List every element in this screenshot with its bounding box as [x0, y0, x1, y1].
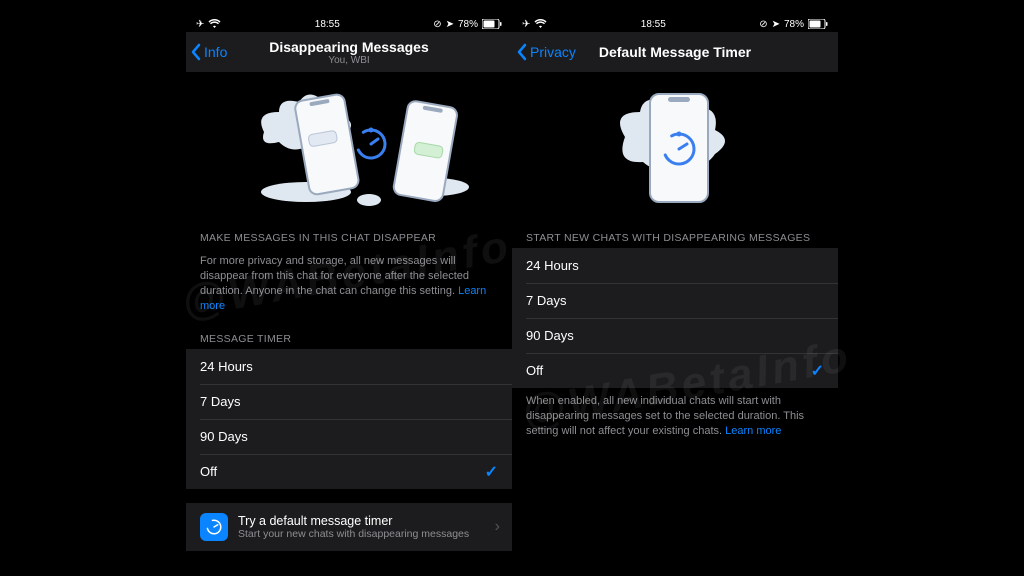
screen-default-message-timer: ✈︎ 18:55 ⊘ ➤ 78% Privacy Default Message… — [512, 16, 838, 556]
battery-icon — [482, 19, 502, 29]
location-icon: ➤ — [772, 19, 780, 30]
chevron-left-icon — [516, 43, 528, 61]
option-90-days[interactable]: 90 Days — [186, 419, 512, 454]
promo-default-timer[interactable]: Try a default message timer Start your n… — [186, 503, 512, 551]
battery-percent: 78% — [784, 19, 804, 30]
checkmark-icon: ✓ — [811, 361, 824, 381]
option-off[interactable]: Off ✓ — [186, 454, 512, 489]
wifi-icon — [534, 19, 547, 29]
option-24-hours[interactable]: 24 Hours — [186, 349, 512, 384]
option-90-days[interactable]: 90 Days — [512, 318, 838, 353]
status-time: 18:55 — [315, 19, 340, 30]
option-7-days[interactable]: 7 Days — [186, 384, 512, 419]
orientation-lock-icon: ⊘ — [433, 19, 441, 30]
option-24-hours[interactable]: 24 Hours — [512, 248, 838, 283]
timer-options-group: 24 Hours 7 Days 90 Days Off ✓ — [512, 248, 838, 388]
learn-more-link[interactable]: Learn more — [725, 425, 781, 437]
airplane-icon: ✈︎ — [196, 19, 204, 30]
timer-icon — [200, 513, 228, 541]
wifi-icon — [208, 19, 221, 29]
status-right: ⊘ ➤ 78% — [433, 19, 502, 30]
battery-icon — [808, 19, 828, 29]
status-right: ⊘ ➤ 78% — [759, 19, 828, 30]
back-button[interactable]: Privacy — [516, 43, 576, 61]
airplane-icon: ✈︎ — [522, 19, 530, 30]
hero-illustration — [186, 72, 512, 222]
back-label: Privacy — [530, 44, 576, 60]
chevron-left-icon — [190, 43, 202, 61]
status-time: 18:55 — [641, 19, 666, 30]
checkmark-icon: ✓ — [485, 462, 498, 482]
orientation-lock-icon: ⊘ — [759, 19, 767, 30]
location-icon: ➤ — [446, 19, 454, 30]
chevron-right-icon: › — [495, 518, 500, 536]
page-title: Disappearing Messages — [269, 39, 429, 55]
promo-subtitle: Start your new chats with disappearing m… — [238, 528, 469, 540]
option-7-days[interactable]: 7 Days — [512, 283, 838, 318]
section-header-message-timer: MESSAGE TIMER — [186, 323, 512, 349]
section-footer-explainer: When enabled, all new individual chats w… — [512, 388, 838, 449]
back-label: Info — [204, 44, 227, 60]
nav-bar: Privacy Default Message Timer — [512, 32, 838, 72]
battery-percent: 78% — [458, 19, 478, 30]
page-subtitle: You, WBI — [269, 55, 429, 66]
nav-bar: Info Disappearing Messages You, WBI — [186, 32, 512, 72]
status-left: ✈︎ — [196, 19, 221, 30]
status-bar: ✈︎ 18:55 ⊘ ➤ 78% — [186, 16, 512, 32]
back-button[interactable]: Info — [190, 43, 227, 61]
page-title: Default Message Timer — [599, 44, 751, 60]
section-footer-explainer: For more privacy and storage, all new me… — [186, 248, 512, 323]
status-left: ✈︎ — [522, 19, 547, 30]
hero-illustration — [512, 72, 838, 222]
timer-options-group: 24 Hours 7 Days 90 Days Off ✓ — [186, 349, 512, 489]
promo-title: Try a default message timer — [238, 514, 469, 528]
section-header-start-new-chats: START NEW CHATS WITH DISAPPEARING MESSAG… — [512, 222, 838, 248]
status-bar: ✈︎ 18:55 ⊘ ➤ 78% — [512, 16, 838, 32]
screen-disappearing-messages: ✈︎ 18:55 ⊘ ➤ 78% Info Disappearing Messa… — [186, 16, 512, 556]
option-off[interactable]: Off ✓ — [512, 353, 838, 388]
section-header-make-disappear: MAKE MESSAGES IN THIS CHAT DISAPPEAR — [186, 222, 512, 248]
